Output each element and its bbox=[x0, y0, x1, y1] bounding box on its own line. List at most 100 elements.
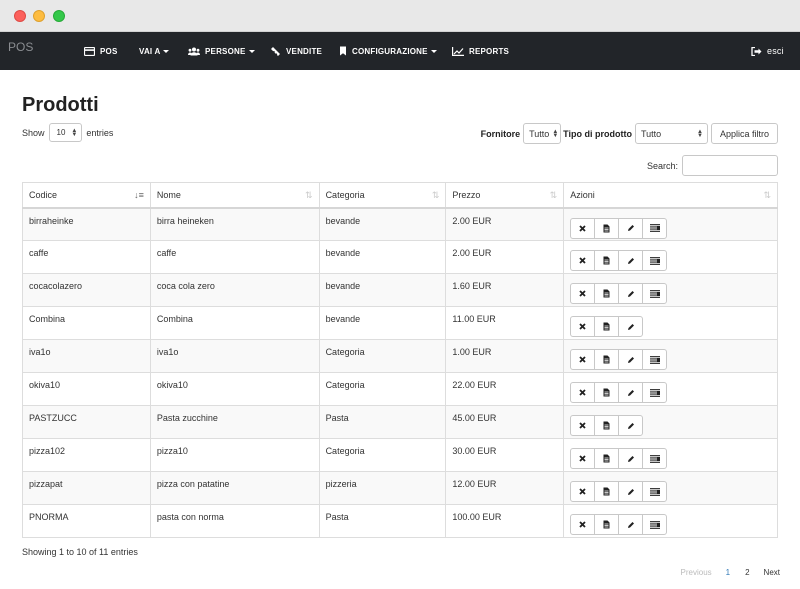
cell-codice: PASTZUCC bbox=[22, 405, 151, 439]
caret-down-icon bbox=[430, 49, 437, 53]
cell-azioni bbox=[563, 405, 778, 439]
delete-button[interactable] bbox=[570, 382, 596, 403]
edit-button[interactable] bbox=[618, 217, 644, 239]
pencil-icon bbox=[627, 224, 635, 232]
apply-filter-button[interactable]: Applica filtro bbox=[710, 123, 778, 144]
edit-button[interactable] bbox=[618, 514, 644, 535]
details-button[interactable] bbox=[642, 349, 668, 370]
file-icon bbox=[603, 388, 610, 397]
nav-item-vendite[interactable]: VENDITE bbox=[270, 32, 322, 70]
details-button[interactable] bbox=[642, 481, 668, 502]
cell-categoria: Pasta bbox=[318, 504, 447, 538]
view-button[interactable] bbox=[594, 250, 620, 271]
cell-codice: pizzapat bbox=[22, 471, 151, 505]
entries-length-control: Show 10 ▲ ▼ entries bbox=[22, 123, 113, 142]
view-button[interactable] bbox=[594, 448, 620, 469]
page-link-1[interactable]: 1 bbox=[726, 568, 730, 577]
delete-button[interactable] bbox=[570, 415, 596, 436]
edit-button[interactable] bbox=[618, 283, 644, 304]
caret-down-icon bbox=[163, 49, 170, 53]
pencil-icon bbox=[627, 257, 635, 265]
view-button[interactable] bbox=[594, 316, 620, 337]
file-icon bbox=[603, 487, 610, 496]
delete-button[interactable] bbox=[570, 283, 596, 304]
nav-item-label: REPORTS bbox=[469, 46, 510, 56]
cell-prezzo: 12.00 EUR bbox=[445, 471, 565, 505]
view-button[interactable] bbox=[594, 349, 620, 370]
updown-arrows-icon: ▲ ▼ bbox=[697, 128, 703, 139]
details-button[interactable] bbox=[642, 250, 668, 271]
edit-button[interactable] bbox=[618, 250, 644, 271]
table-header-row: Codice ↓≡ Nome ⇅ Categoria ⇅ Prezzo ⇅ Az… bbox=[22, 182, 778, 209]
edit-button[interactable] bbox=[618, 481, 644, 502]
nav-item-pos[interactable]: POS bbox=[84, 32, 118, 70]
column-header-codice[interactable]: Codice ↓≡ bbox=[22, 182, 151, 209]
tipo-prodotto-value: Tutto bbox=[640, 128, 662, 139]
fornitore-select[interactable]: Tutto ▲ ▼ bbox=[523, 123, 562, 144]
view-button[interactable] bbox=[594, 481, 620, 502]
view-button[interactable] bbox=[594, 382, 620, 403]
delete-button[interactable] bbox=[570, 481, 596, 502]
entries-length-select[interactable]: 10 ▲ ▼ bbox=[48, 123, 83, 142]
delete-button[interactable] bbox=[570, 514, 596, 535]
brand-logo[interactable]: POS bbox=[8, 40, 33, 54]
column-header-categoria[interactable]: Categoria ⇅ bbox=[318, 182, 447, 209]
edit-button[interactable] bbox=[618, 382, 644, 403]
tipo-prodotto-select[interactable]: Tutto ▲ ▼ bbox=[634, 123, 708, 144]
close-window-icon[interactable] bbox=[14, 10, 26, 22]
edit-button[interactable] bbox=[618, 316, 644, 337]
next-page-link[interactable]: Next bbox=[764, 568, 780, 577]
row-actions bbox=[570, 382, 771, 403]
table-row: pizza102 pizza10 Categoria 30.00 EUR bbox=[22, 438, 778, 472]
view-button[interactable] bbox=[594, 217, 620, 239]
delete-button[interactable] bbox=[570, 316, 596, 337]
column-header-prezzo[interactable]: Prezzo ⇅ bbox=[445, 182, 565, 209]
search-input[interactable] bbox=[682, 155, 778, 176]
column-header-nome[interactable]: Nome ⇅ bbox=[149, 182, 320, 209]
zoom-window-icon[interactable] bbox=[53, 10, 65, 22]
cell-categoria: pizzeria bbox=[318, 471, 447, 505]
edit-button[interactable] bbox=[618, 448, 644, 469]
cell-codice: iva1o bbox=[22, 339, 151, 373]
delete-button[interactable] bbox=[570, 349, 596, 370]
logout-label: esci bbox=[767, 46, 784, 56]
table-row: PNORMA pasta con norma Pasta 100.00 EUR bbox=[22, 504, 778, 538]
nav-item-vai-a[interactable]: VAI A bbox=[139, 32, 170, 70]
details-button[interactable] bbox=[642, 514, 668, 535]
times-icon bbox=[579, 521, 586, 528]
cell-categoria: Categoria bbox=[318, 339, 447, 373]
cell-codice: cocacolazero bbox=[22, 273, 151, 307]
minimize-window-icon[interactable] bbox=[33, 10, 45, 22]
logout-link[interactable]: esci bbox=[751, 32, 784, 70]
view-button[interactable] bbox=[594, 283, 620, 304]
row-actions bbox=[570, 349, 771, 370]
details-button[interactable] bbox=[642, 217, 668, 239]
sort-icon: ⇅ bbox=[549, 190, 558, 200]
cell-categoria: bevande bbox=[318, 240, 447, 274]
previous-page-link[interactable]: Previous bbox=[681, 568, 712, 577]
column-header-label: Prezzo bbox=[452, 189, 481, 200]
entries-length-value: 10 bbox=[56, 128, 66, 137]
edit-button[interactable] bbox=[618, 349, 644, 370]
column-header-azioni[interactable]: Azioni ⇅ bbox=[563, 182, 778, 209]
view-button[interactable] bbox=[594, 514, 620, 535]
cell-nome: pizza con patatine bbox=[149, 471, 320, 505]
details-button[interactable] bbox=[642, 283, 668, 304]
nav-item-reports[interactable]: REPORTS bbox=[452, 32, 509, 70]
nav-item-configurazione[interactable]: CONFIGURAZIONE bbox=[339, 32, 437, 70]
nav-item-label: VENDITE bbox=[286, 46, 323, 56]
row-actions bbox=[570, 316, 771, 337]
details-button[interactable] bbox=[642, 382, 668, 403]
delete-button[interactable] bbox=[570, 250, 596, 271]
delete-button[interactable] bbox=[570, 448, 596, 469]
view-button[interactable] bbox=[594, 415, 620, 436]
delete-button[interactable] bbox=[570, 217, 596, 239]
page-link-2[interactable]: 2 bbox=[745, 568, 749, 577]
edit-button[interactable] bbox=[618, 415, 644, 436]
file-icon bbox=[603, 322, 610, 331]
updown-arrows-icon: ▲ ▼ bbox=[552, 128, 559, 139]
nav-item-persone[interactable]: PERSONE bbox=[188, 32, 255, 70]
details-button[interactable] bbox=[642, 448, 668, 469]
sort-ascending-icon: ↓≡ bbox=[134, 190, 144, 200]
table-row: cocacolazero coca cola zero bevande 1.60 EU… bbox=[22, 273, 778, 307]
